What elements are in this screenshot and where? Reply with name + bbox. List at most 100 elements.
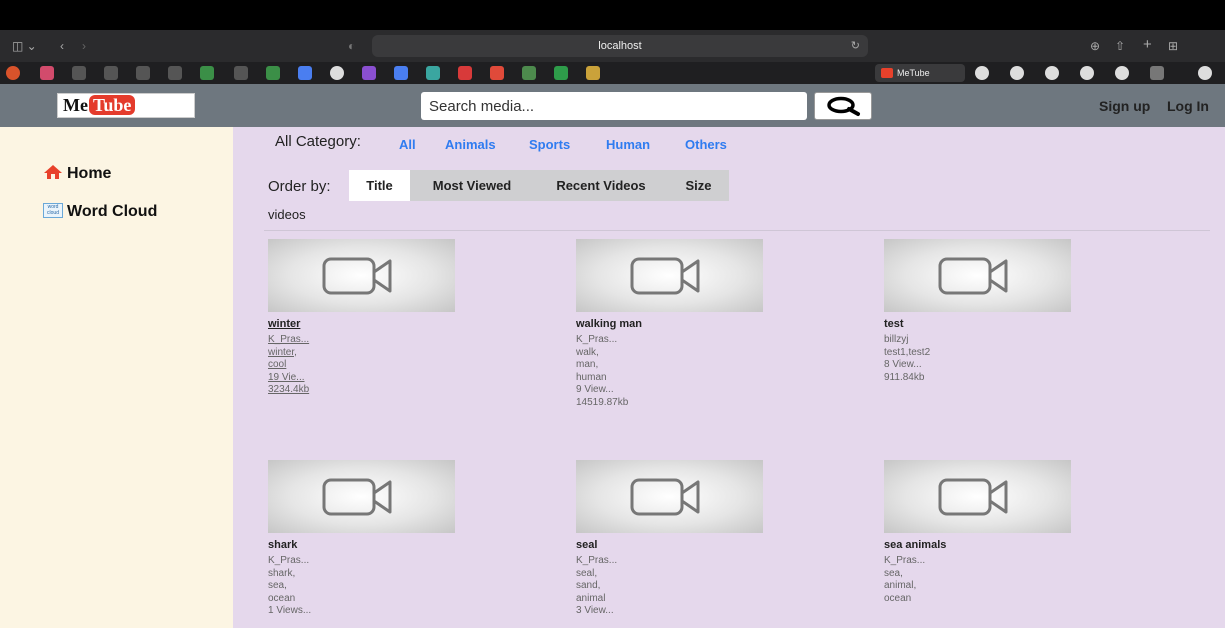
sidebar-item-label: Home bbox=[67, 165, 112, 182]
video-tag[interactable]: ocean bbox=[884, 593, 1074, 606]
docs-icon[interactable] bbox=[394, 66, 408, 80]
video-author[interactable]: billzyj bbox=[884, 334, 1074, 347]
video-author[interactable]: K_Pras... bbox=[884, 555, 1074, 568]
video-author[interactable]: K_Pras... bbox=[268, 555, 458, 568]
favorite-icon[interactable] bbox=[522, 66, 536, 80]
drive-icon[interactable] bbox=[200, 66, 214, 80]
video-card[interactable]: test billzyj test1,test2 8 View... 911.8… bbox=[884, 239, 1074, 384]
video-tag[interactable]: man, bbox=[576, 359, 766, 372]
favorite-icon[interactable] bbox=[136, 66, 150, 80]
sidebar-item-home[interactable]: Home bbox=[43, 164, 111, 185]
favorite-icon[interactable] bbox=[458, 66, 472, 80]
favorite-icon[interactable] bbox=[6, 66, 20, 80]
video-card[interactable]: seal K_Pras... seal, sand, animal 3 View… bbox=[576, 460, 766, 618]
video-card[interactable]: shark K_Pras... shark, sea, ocean 1 View… bbox=[268, 460, 458, 618]
video-title[interactable]: walking man bbox=[576, 319, 646, 330]
sidebar-item-word-cloud[interactable]: word cloud Word Cloud bbox=[43, 203, 157, 221]
tab-metube[interactable]: MeTube bbox=[875, 64, 965, 82]
favorite-icon[interactable] bbox=[426, 66, 440, 80]
video-author[interactable]: K_Pras... bbox=[268, 334, 458, 347]
favorite-icon[interactable] bbox=[586, 66, 600, 80]
google-icon[interactable] bbox=[1045, 66, 1059, 80]
new-tab-icon[interactable]: + bbox=[1143, 36, 1152, 53]
video-tag[interactable]: cool bbox=[268, 359, 458, 372]
video-thumbnail[interactable] bbox=[884, 460, 1071, 533]
video-card[interactable]: sea animals K_Pras... sea, animal, ocean bbox=[884, 460, 1074, 605]
video-author[interactable]: K_Pras... bbox=[576, 334, 766, 347]
video-title[interactable]: test bbox=[884, 319, 954, 330]
video-tag[interactable]: animal, bbox=[884, 580, 1074, 593]
favorite-icon[interactable] bbox=[1150, 66, 1164, 80]
search-button[interactable] bbox=[814, 92, 872, 120]
google-icon[interactable] bbox=[1198, 66, 1212, 80]
download-icon[interactable]: ⊕ bbox=[1090, 39, 1100, 53]
docs-icon[interactable] bbox=[298, 66, 312, 80]
video-thumbnail[interactable] bbox=[268, 239, 455, 312]
back-icon[interactable]: ‹ bbox=[60, 39, 64, 53]
video-tag[interactable]: ocean bbox=[268, 593, 458, 606]
video-tag[interactable]: sea, bbox=[884, 568, 1074, 581]
google-icon[interactable] bbox=[1010, 66, 1024, 80]
drive-icon[interactable] bbox=[266, 66, 280, 80]
address-bar[interactable]: localhost ↻ bbox=[372, 35, 868, 57]
share-icon[interactable]: ⇧ bbox=[1115, 39, 1125, 53]
category-sports[interactable]: Sports bbox=[529, 137, 570, 152]
google-icon[interactable] bbox=[330, 66, 344, 80]
video-meta: billzyj test1,test2 8 View... 911.84kb bbox=[884, 334, 1074, 384]
github-icon[interactable] bbox=[168, 66, 182, 80]
video-tag[interactable]: winter, bbox=[268, 347, 458, 360]
video-tag[interactable]: sea, bbox=[268, 580, 458, 593]
sheets-icon[interactable] bbox=[554, 66, 568, 80]
video-author[interactable]: K_Pras... bbox=[576, 555, 766, 568]
favorite-icon[interactable] bbox=[104, 66, 118, 80]
order-title-button[interactable]: Title bbox=[349, 170, 410, 201]
search-input[interactable] bbox=[421, 92, 807, 120]
video-title[interactable]: winter bbox=[268, 319, 338, 330]
video-card[interactable]: winter K_Pras... winter, cool 19 Vie... … bbox=[268, 239, 458, 397]
tab-overview-icon[interactable]: ⊞ bbox=[1168, 39, 1178, 53]
google-icon[interactable] bbox=[975, 66, 989, 80]
video-thumbnail[interactable] bbox=[576, 460, 763, 533]
category-all[interactable]: All bbox=[399, 137, 416, 152]
favorite-icon[interactable] bbox=[40, 66, 54, 80]
video-thumbnail[interactable] bbox=[884, 239, 1071, 312]
google-icon[interactable] bbox=[1080, 66, 1094, 80]
category-human[interactable]: Human bbox=[606, 137, 650, 152]
video-title[interactable]: seal bbox=[576, 540, 646, 551]
video-tag[interactable]: shark, bbox=[268, 568, 458, 581]
video-thumbnail[interactable] bbox=[268, 460, 455, 533]
favorite-icon[interactable] bbox=[362, 66, 376, 80]
video-views: 3 View... bbox=[576, 605, 614, 616]
privacy-shield-icon: ◐ bbox=[348, 39, 356, 53]
video-tag[interactable]: seal, bbox=[576, 568, 766, 581]
video-tag[interactable]: test1,test2 bbox=[884, 347, 1074, 360]
order-recent-videos-button[interactable]: Recent Videos bbox=[534, 170, 668, 201]
sidebar-toggle-icon[interactable]: ◫ ⌄ bbox=[12, 39, 37, 53]
video-tag[interactable]: animal bbox=[576, 593, 766, 606]
video-tag[interactable]: human bbox=[576, 372, 766, 385]
video-camera-icon bbox=[630, 257, 700, 295]
favorite-icon[interactable] bbox=[490, 66, 504, 80]
video-thumbnail[interactable] bbox=[576, 239, 763, 312]
metube-logo[interactable]: Me Tube bbox=[57, 93, 195, 118]
video-meta: K_Pras... sea, animal, ocean bbox=[884, 555, 1074, 605]
video-title[interactable]: shark bbox=[268, 540, 338, 551]
order-most-viewed-button[interactable]: Most Viewed bbox=[410, 170, 534, 201]
signup-link[interactable]: Sign up bbox=[1099, 98, 1150, 114]
video-tag[interactable]: walk, bbox=[576, 347, 766, 360]
order-label: Order by: bbox=[268, 178, 331, 195]
category-animals[interactable]: Animals bbox=[445, 137, 496, 152]
category-others[interactable]: Others bbox=[685, 137, 727, 152]
video-title[interactable]: sea animals bbox=[884, 540, 954, 551]
github-icon[interactable] bbox=[234, 66, 248, 80]
video-size: 911.84kb bbox=[884, 371, 925, 383]
favorite-icon[interactable] bbox=[72, 66, 86, 80]
login-link[interactable]: Log In bbox=[1167, 98, 1209, 114]
reload-icon[interactable]: ↻ bbox=[851, 35, 860, 57]
video-views: 1 Views... bbox=[268, 605, 312, 616]
video-tag[interactable]: sand, bbox=[576, 580, 766, 593]
forward-icon[interactable]: › bbox=[82, 39, 86, 53]
google-icon[interactable] bbox=[1115, 66, 1129, 80]
order-size-button[interactable]: Size bbox=[668, 170, 729, 201]
video-card[interactable]: walking man K_Pras... walk, man, human 9… bbox=[576, 239, 766, 409]
